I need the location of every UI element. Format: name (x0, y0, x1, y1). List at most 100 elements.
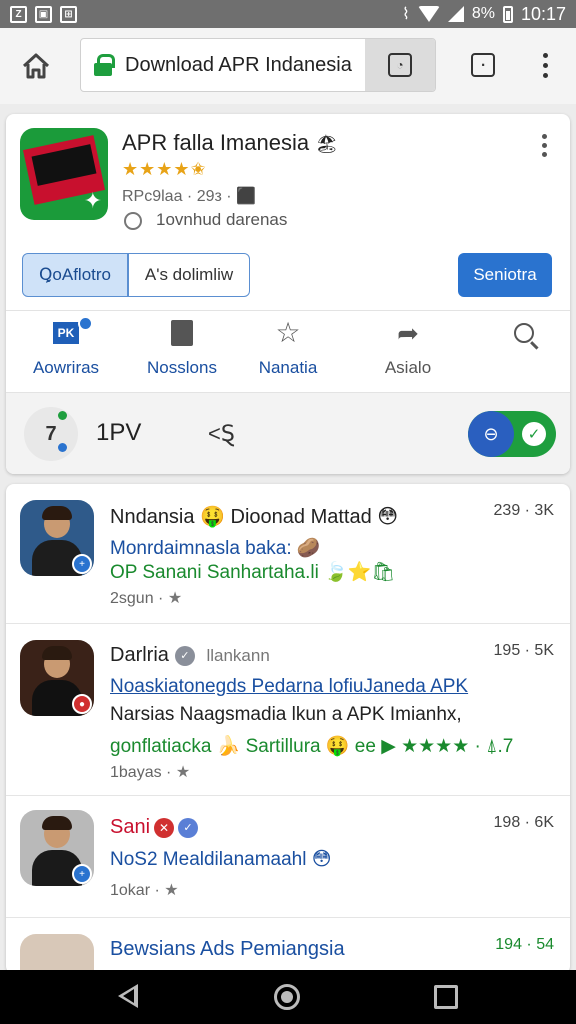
footer-app-icon[interactable]: 7 (24, 407, 78, 461)
wifi-icon (417, 6, 440, 22)
download-label: 1ovnhud darenas (156, 210, 288, 229)
verified-icon: ✓ (178, 817, 199, 838)
status-right: ⌇ 8% 10:17 (402, 4, 566, 25)
vibrate-icon: ⌇ (402, 6, 410, 23)
app-logo-icon[interactable]: ✦ (20, 128, 108, 220)
battery-percent: 8% (471, 5, 495, 22)
tabs-button[interactable]: ⋅ (468, 50, 498, 80)
feed: + Nndansia 🤑 Dioonad Mattad 😳 239 · 3K M… (6, 484, 570, 974)
feed-post[interactable]: Bewsians Ads Pemiangsia 194 · 54 (6, 918, 570, 974)
nav-label: Nanatia (258, 358, 318, 377)
app-meta: RPc9laa · 29з · ⬛ (122, 188, 256, 205)
star-icon[interactable]: ★ (176, 764, 190, 781)
post-meta: 1bayas · ★ (110, 764, 191, 781)
post-author: Darlria ✓ llankann (110, 644, 270, 666)
avatar: ● (20, 640, 94, 716)
post-meta: 1okar · ★ (110, 882, 179, 899)
status-dot-green (58, 411, 67, 420)
bookmark-icon (171, 320, 193, 346)
tabs-icon: ⋅ (471, 53, 495, 77)
avatar: + (20, 500, 94, 576)
primary-action-button[interactable]: Seniotra (458, 253, 552, 297)
status-left-icons: Z ▣ ⊞ (10, 5, 77, 23)
post-text-line: Monrdaimnasla baka: 🥔 (110, 538, 321, 559)
flag-icon: PK (53, 316, 93, 344)
post-text-line: Narsias Naagsmadia lkun a APK Imianhx, (110, 704, 462, 725)
post-author: Nndansia 🤑 Dioonad Mattad 😳 (110, 506, 399, 528)
post-text-line: OP Sanani Sanhartaha.li 🍃⭐🛍 (110, 562, 396, 583)
record-badge-icon: ● (72, 694, 92, 714)
post-author: Sani ✕ ✓ (110, 816, 199, 839)
share-icon: ➦ (397, 318, 419, 348)
nav-item-nanatia[interactable]: ☆ Nanatia (228, 316, 348, 386)
plus-badge-icon: + (72, 554, 92, 574)
url-text: Download APR Indanesia (125, 53, 352, 76)
status-dot-blue (58, 443, 67, 452)
undo-icon[interactable]: <Ȿ (208, 421, 235, 447)
screenshot-icon: ⊞ (60, 5, 77, 23)
globe-icon (124, 212, 142, 230)
system-nav-bar (0, 970, 576, 1024)
segment-button-left[interactable]: ꝖoAflotro (22, 253, 128, 297)
nav-item-asialo[interactable]: ➦ Asialo (348, 316, 468, 386)
menu-icon (542, 52, 548, 58)
divider (6, 310, 570, 311)
pin-icon: ⊖ (468, 411, 514, 457)
feed-post[interactable]: + Nndansia 🤑 Dioonad Mattad 😳 239 · 3K M… (6, 484, 570, 624)
tab-action-button[interactable]: ◔ (365, 39, 435, 91)
star-icon[interactable]: ★ (164, 882, 178, 899)
star-icon: ☆ (275, 317, 301, 348)
nav-item-search[interactable] (464, 316, 570, 386)
close-circle-icon: ✕ (154, 817, 175, 838)
nav-label: Aowriras (32, 358, 100, 377)
battery-icon (502, 5, 513, 23)
browser-menu-button[interactable] (530, 48, 560, 82)
plus-badge-icon: + (72, 864, 92, 884)
flag-emoji-icon: 🏖 (315, 134, 339, 154)
home-icon (22, 53, 50, 79)
nav-label: Asialo (384, 358, 432, 377)
notification-icon: Z (10, 5, 27, 23)
post-stats: 239 · 3K (493, 502, 554, 519)
post-stats: 195 · 5K (493, 642, 554, 659)
nav-item-aowriras[interactable]: PK Aowriras (6, 316, 126, 386)
verified-icon: ✓ (174, 645, 195, 666)
avatar (20, 934, 94, 974)
clock: 10:17 (520, 3, 566, 24)
app-card: ✦ APR falla Imanesia 🏖 ★★★★✬ RPc9laa · 2… (6, 114, 570, 474)
post-stats: 194 · 54 (495, 936, 554, 953)
card-footer: 7 1PV <Ȿ ⊖ ✓ (6, 392, 570, 474)
lock-icon (93, 54, 115, 76)
post-meta: 2sgun · ★ (110, 590, 183, 607)
feed-post[interactable]: + Sani ✕ ✓ 198 · 6K NoS2 Mealdilanamaahl 😳… (6, 796, 570, 918)
toggle-switch[interactable]: ⊖ ✓ (468, 411, 556, 457)
recents-icon[interactable] (434, 985, 458, 1009)
home-nav-icon[interactable] (274, 984, 300, 1010)
rating-stars: ★★★★✬ (122, 159, 207, 179)
app-title: APR falla Imanesia 🏖 (122, 130, 339, 155)
more-icon (542, 134, 547, 139)
segment-button-right[interactable]: A's dolimliw (128, 253, 250, 297)
post-text-line: gonflatiacka 🍌 Sartillura 🤑 ee ▶ ★★★★ · … (110, 736, 514, 757)
post-link[interactable]: Noaskiatonegds Pedarna lofiuJaneda APK (110, 676, 468, 698)
feed-post[interactable]: ● Darlria ✓ llankann 195 · 5K Noaskiatone… (6, 624, 570, 796)
avatar: + (20, 810, 94, 886)
nav-label: Nosslons (147, 358, 217, 377)
app-nav-row: PK Aowriras Nosslons ☆ Nanatia ➦ Asialo (6, 316, 570, 388)
search-icon (514, 323, 534, 343)
tab-action-icon: ◔ (388, 53, 412, 77)
browser-toolbar: Download APR Indanesia ◔ ⋅ (0, 28, 576, 104)
post-stats: 198 · 6K (493, 814, 554, 831)
post-author: Bewsians Ads Pemiangsia (110, 938, 345, 960)
star-icon[interactable]: ★ (168, 590, 182, 607)
nav-item-nosslons[interactable]: Nosslons (122, 316, 242, 386)
status-bar: Z ▣ ⊞ ⌇ 8% 10:17 (0, 0, 576, 28)
footer-text: 1PV (96, 419, 142, 446)
signal-icon (447, 6, 464, 22)
post-text-line: NoS2 Mealdilanamaahl 😳 (110, 849, 332, 870)
gallery-icon: ▣ (35, 5, 52, 23)
check-icon: ✓ (522, 422, 546, 446)
home-button[interactable] (0, 28, 72, 104)
app-overflow-menu[interactable] (542, 134, 547, 157)
url-bar[interactable]: Download APR Indanesia ◔ (80, 38, 436, 92)
